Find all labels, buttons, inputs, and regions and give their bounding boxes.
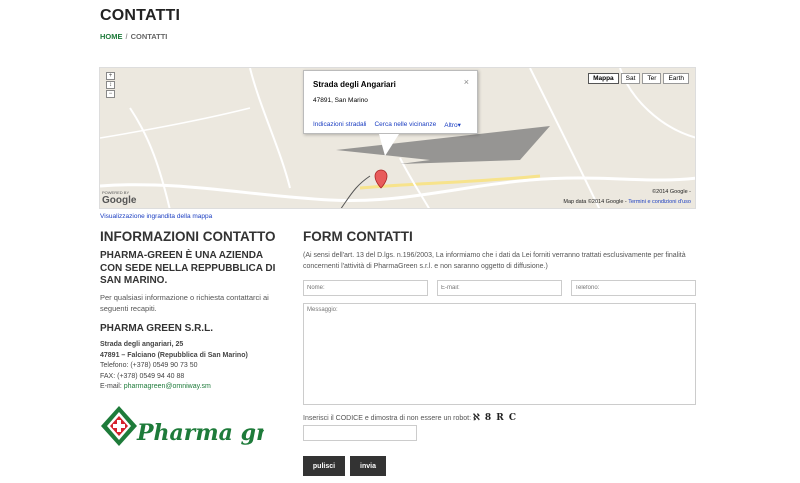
fax-number: FAX: (+378) 0549 94 40 88 <box>100 372 185 380</box>
company-name: PHARMA GREEN S.R.L. <box>100 323 213 334</box>
more-link[interactable]: Altro▾ <box>444 121 461 129</box>
captcha-code: ℵ 8 R C <box>473 413 518 423</box>
map-type-control: Mappa Sat Ter Earth <box>586 73 689 84</box>
captcha-prompt: Inserisci il CODICE e dimostra di non es… <box>303 413 517 423</box>
map-type-earth[interactable]: Earth <box>663 73 689 84</box>
address-city: 47891 – Falciano (Repubblica di San Mari… <box>100 351 248 359</box>
breadcrumb: HOME / CONTATTI <box>100 32 167 41</box>
privacy-note: (Ai sensi dell'art. 13 del D.lgs. n.196/… <box>303 252 686 270</box>
clear-button[interactable]: pulisci <box>303 456 345 476</box>
directions-link[interactable]: Indicazioni stradali <box>313 121 366 129</box>
address-street: Strada degli angariari, 25 <box>100 341 184 348</box>
logo-wordmark: Pharma green <box>136 420 264 446</box>
form-heading: FORM CONTATTI <box>303 229 413 244</box>
info-heading: INFORMAZIONI CONTATTO <box>100 229 276 244</box>
page-title: CONTATTI <box>100 7 181 24</box>
info-subheading: PHARMA-GREEN È UNA AZIENDA CON SEDE NELL… <box>100 250 276 286</box>
search-nearby-link[interactable]: Cerca nelle vicinanze <box>374 121 436 129</box>
message-field[interactable] <box>303 303 696 405</box>
send-button[interactable]: invia <box>350 456 386 476</box>
info-window-links: Indicazioni stradali Cerca nelle vicinan… <box>313 121 461 129</box>
close-icon[interactable]: × <box>464 77 469 87</box>
breadcrumb-current: CONTATTI <box>130 32 168 41</box>
zoom-in-button[interactable]: + <box>106 72 115 80</box>
zoom-out-button[interactable]: − <box>106 90 115 98</box>
map-type-sat[interactable]: Sat <box>620 73 641 84</box>
map-info-window: Strada degli Angariari 47891, San Marino… <box>303 70 478 156</box>
breadcrumb-separator: / <box>125 32 128 41</box>
info-window-title: Strada degli Angariari <box>313 80 396 89</box>
pan-button[interactable]: ↕ <box>106 81 115 89</box>
email-link[interactable]: pharmagreen@omniway.sm <box>124 383 211 390</box>
info-text: Per qualsiasi informazione o richiesta c… <box>100 293 269 313</box>
company-address: Strada degli angariari, 25 47891 – Falci… <box>100 340 248 393</box>
google-logo[interactable]: POWERED BY Google <box>102 190 136 206</box>
pharma-green-logo: Pharma green <box>101 406 264 446</box>
info-window-tail <box>379 134 399 156</box>
email-field[interactable] <box>437 280 562 296</box>
map-type-ter[interactable]: Ter <box>642 73 662 84</box>
enlarge-map-link[interactable]: Visualizzazione ingrandita della mappa <box>100 213 212 220</box>
map-zoom-controls: + ↕ − <box>106 72 120 99</box>
map-type-mappa[interactable]: Mappa <box>588 73 619 84</box>
captcha-field[interactable] <box>303 425 417 441</box>
info-window-address: 47891, San Marino <box>313 97 368 104</box>
captcha-label: Inserisci il CODICE e dimostra di non es… <box>303 415 474 422</box>
phone-field[interactable] <box>571 280 696 296</box>
map-copyright: ©2014 Google - <box>652 189 691 195</box>
google-map[interactable]: + ↕ − Mappa Sat Ter Earth Strada degli A… <box>99 67 696 209</box>
email-line: E-mail: pharmagreen@omniway.sm <box>100 382 248 393</box>
map-data-text: Map data ©2014 Google - <box>563 199 629 205</box>
google-logo-text: Google <box>102 195 137 206</box>
email-label: E-mail: <box>100 383 124 390</box>
map-data-credit: Map data ©2014 Google - Termini e condiz… <box>563 199 691 205</box>
phone-number: Telefono: (+378) 0549 90 73 50 <box>100 362 198 369</box>
name-field[interactable] <box>303 280 428 296</box>
terms-link[interactable]: Termini e condizioni d'uso <box>628 199 691 205</box>
breadcrumb-home-link[interactable]: HOME <box>100 32 123 41</box>
